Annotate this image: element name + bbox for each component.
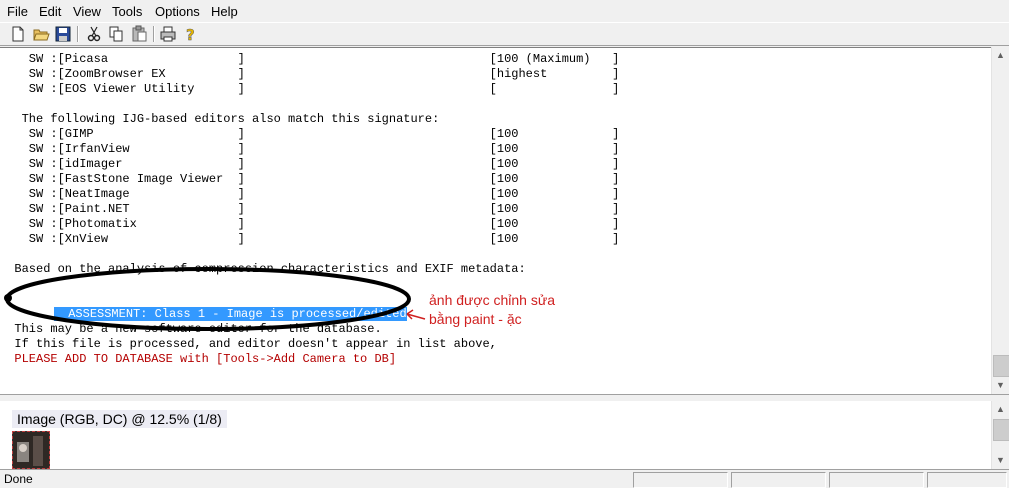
new-icon[interactable]: [9, 25, 27, 43]
image-preview-pane: Image (RGB, DC) @ 12.5% (1/8): [0, 401, 991, 469]
paste-icon[interactable]: [130, 25, 148, 43]
cut-icon[interactable]: [85, 25, 103, 43]
toolbar: ?: [0, 22, 1009, 46]
status-bar: Done: [0, 469, 1009, 488]
scroll-thumb[interactable]: [993, 419, 1009, 441]
help-icon[interactable]: ?: [181, 25, 199, 45]
menu-file[interactable]: File: [7, 4, 28, 19]
annotation-note-line2: bằng paint - ặc: [429, 311, 522, 327]
annotation-note-line1: ảnh được chỉnh sửa: [429, 292, 555, 308]
menu-edit[interactable]: Edit: [39, 4, 61, 19]
report-text-area[interactable]: SW :[Picasa ] [100 (Maximum) ] SW :[Zoom…: [0, 47, 991, 395]
report-scrollbar[interactable]: ▲ ▼: [991, 47, 1009, 394]
open-icon[interactable]: [32, 25, 50, 43]
scroll-down-icon[interactable]: ▼: [992, 452, 1009, 469]
copy-icon[interactable]: [107, 25, 125, 43]
annotation-ellipse: [4, 267, 426, 331]
scroll-up-icon[interactable]: ▲: [992, 401, 1009, 418]
status-text: Done: [4, 472, 33, 486]
menu-tools[interactable]: Tools: [112, 4, 142, 19]
image-info-label: Image (RGB, DC) @ 12.5% (1/8): [12, 410, 227, 428]
menu-options[interactable]: Options: [155, 4, 200, 19]
toolbar-separator: [77, 26, 79, 42]
menu-bar: File Edit View Tools Options Help: [0, 0, 1009, 22]
menu-view[interactable]: View: [73, 4, 101, 19]
preview-scrollbar[interactable]: ▲ ▼: [991, 401, 1009, 469]
save-icon[interactable]: [54, 25, 72, 43]
scroll-down-icon[interactable]: ▼: [992, 377, 1009, 394]
print-icon[interactable]: [159, 25, 177, 43]
image-thumbnail[interactable]: [12, 431, 50, 469]
toolbar-separator: [153, 26, 155, 42]
menu-help[interactable]: Help: [211, 4, 238, 19]
svg-text:?: ?: [186, 26, 195, 43]
scroll-up-icon[interactable]: ▲: [992, 47, 1009, 64]
scroll-thumb[interactable]: [993, 355, 1009, 377]
